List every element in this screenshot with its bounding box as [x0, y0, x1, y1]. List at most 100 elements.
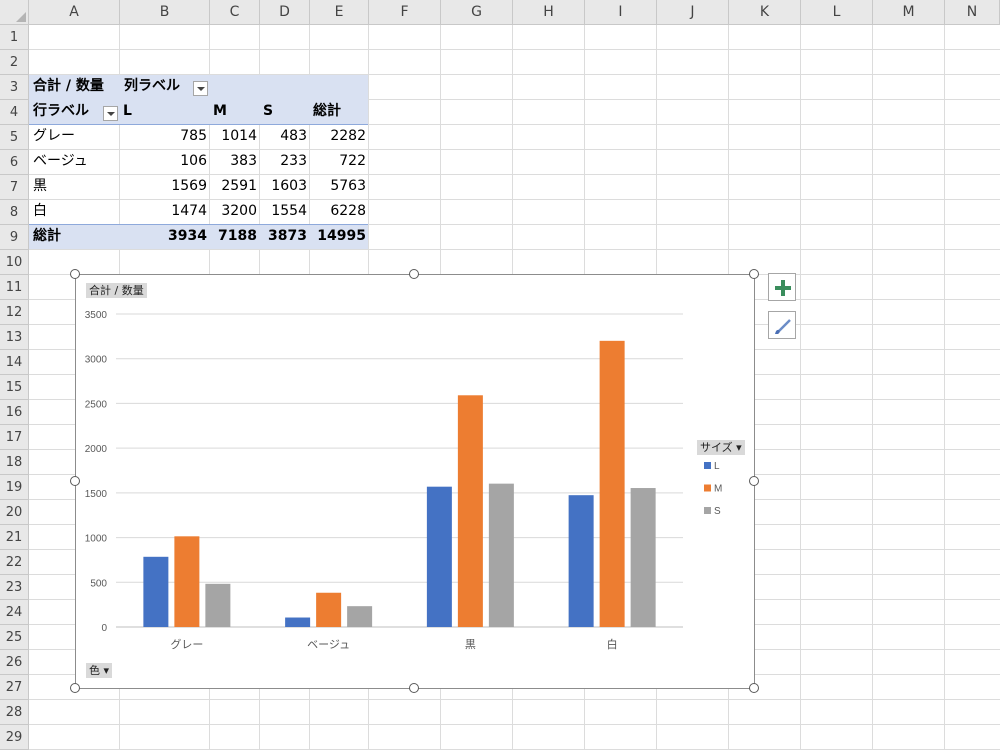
- row-header-15[interactable]: 15: [0, 375, 29, 400]
- cell-beige-total[interactable]: 722: [310, 149, 366, 174]
- resize-handle-s[interactable]: [409, 683, 419, 693]
- column-header-m[interactable]: M: [873, 0, 945, 25]
- pivot-column-labels[interactable]: 列ラベル: [124, 74, 190, 99]
- row-header-19[interactable]: 19: [0, 475, 29, 500]
- row-header-8[interactable]: 8: [0, 200, 29, 225]
- row-header-16[interactable]: 16: [0, 400, 29, 425]
- row-label-gray[interactable]: グレー: [33, 124, 113, 149]
- chart-elements-button[interactable]: [768, 273, 796, 301]
- cell-beige-l[interactable]: 106: [120, 149, 207, 174]
- header-size-m[interactable]: M: [213, 99, 233, 124]
- row-label-beige[interactable]: ベージュ: [33, 149, 113, 174]
- column-header-g[interactable]: G: [441, 0, 513, 25]
- cell-white-total[interactable]: 6228: [310, 199, 366, 224]
- row-header-4[interactable]: 4: [0, 100, 29, 125]
- resize-handle-se[interactable]: [749, 683, 759, 693]
- cell-black-l[interactable]: 1569: [120, 174, 207, 199]
- axis-field-button[interactable]: 色 ▾: [86, 663, 113, 678]
- select-all-corner[interactable]: [0, 0, 29, 25]
- row-header-18[interactable]: 18: [0, 450, 29, 475]
- row-label-white[interactable]: 白: [33, 199, 113, 224]
- header-size-l[interactable]: L: [123, 99, 143, 124]
- row-header-28[interactable]: 28: [0, 700, 29, 725]
- legend-label-S: S: [714, 506, 721, 517]
- cell-total-grand[interactable]: 14995: [310, 224, 366, 249]
- y-tick-label: 1500: [85, 489, 108, 500]
- row-header-20[interactable]: 20: [0, 500, 29, 525]
- row-header-26[interactable]: 26: [0, 650, 29, 675]
- row-header-27[interactable]: 27: [0, 675, 29, 700]
- row-header-9[interactable]: 9: [0, 225, 29, 250]
- row-header-29[interactable]: 29: [0, 725, 29, 750]
- column-header-j[interactable]: J: [657, 0, 729, 25]
- cell-white-l[interactable]: 1474: [120, 199, 207, 224]
- row-header-5[interactable]: 5: [0, 125, 29, 150]
- resize-handle-ne[interactable]: [749, 269, 759, 279]
- column-header-i[interactable]: I: [585, 0, 657, 25]
- cell-beige-s[interactable]: 233: [260, 149, 307, 174]
- column-header-k[interactable]: K: [729, 0, 801, 25]
- pivot-row-labels[interactable]: 行ラベル: [33, 99, 103, 124]
- legend-swatch-M: [704, 484, 711, 492]
- cell-white-m[interactable]: 3200: [210, 199, 257, 224]
- resize-handle-n[interactable]: [409, 269, 419, 279]
- column-filter-dropdown[interactable]: [193, 81, 208, 96]
- chart-styles-button[interactable]: [768, 311, 796, 339]
- column-header-d[interactable]: D: [260, 0, 310, 25]
- column-header-e[interactable]: E: [310, 0, 369, 25]
- column-header-b[interactable]: B: [120, 0, 210, 25]
- resize-handle-nw[interactable]: [70, 269, 80, 279]
- cell-beige-m[interactable]: 383: [210, 149, 257, 174]
- cell-black-total[interactable]: 5763: [310, 174, 366, 199]
- row-header-11[interactable]: 11: [0, 275, 29, 300]
- row-header-17[interactable]: 17: [0, 425, 29, 450]
- row-header-13[interactable]: 13: [0, 325, 29, 350]
- row-header-10[interactable]: 10: [0, 250, 29, 275]
- cell-total-l[interactable]: 3934: [120, 224, 207, 249]
- cell-gray-l[interactable]: 785: [120, 124, 207, 149]
- row-header-1[interactable]: 1: [0, 25, 29, 50]
- row-header-2[interactable]: 2: [0, 50, 29, 75]
- cell-black-s[interactable]: 1603: [260, 174, 307, 199]
- row-header-25[interactable]: 25: [0, 625, 29, 650]
- cell-gray-s[interactable]: 483: [260, 124, 307, 149]
- bar-3-M: [599, 340, 625, 627]
- row-header-12[interactable]: 12: [0, 300, 29, 325]
- resize-handle-sw[interactable]: [70, 683, 80, 693]
- cell-white-s[interactable]: 1554: [260, 199, 307, 224]
- y-tick-label: 3500: [85, 310, 108, 321]
- column-header-l[interactable]: L: [801, 0, 873, 25]
- row-header-14[interactable]: 14: [0, 350, 29, 375]
- pivot-chart[interactable]: 合計 / 数量 0 500 1000 1500 2000 2500 3000 3500 グレーベ…: [75, 274, 755, 689]
- bar-3-S: [630, 488, 656, 627]
- row-label-black[interactable]: 黒: [33, 174, 113, 199]
- row-filter-dropdown[interactable]: [103, 106, 118, 121]
- header-grand-total[interactable]: 総計: [313, 99, 353, 124]
- row-header-24[interactable]: 24: [0, 600, 29, 625]
- column-header-h[interactable]: H: [513, 0, 585, 25]
- column-header-n[interactable]: N: [945, 0, 1000, 25]
- bar-0-M: [174, 536, 200, 627]
- cell-total-s[interactable]: 3873: [260, 224, 307, 249]
- cell-gray-m[interactable]: 1014: [210, 124, 257, 149]
- column-header-f[interactable]: F: [369, 0, 441, 25]
- cell-gray-total[interactable]: 2282: [310, 124, 366, 149]
- resize-handle-e[interactable]: [749, 476, 759, 486]
- row-header-6[interactable]: 6: [0, 150, 29, 175]
- cell-black-m[interactable]: 2591: [210, 174, 257, 199]
- column-header-a[interactable]: A: [29, 0, 120, 25]
- row-header-3[interactable]: 3: [0, 75, 29, 100]
- resize-handle-w[interactable]: [70, 476, 80, 486]
- y-tick-label: 0: [101, 623, 107, 634]
- row-label-grand-total[interactable]: 総計: [33, 224, 113, 249]
- legend-field-button[interactable]: サイズ ▾: [697, 440, 745, 455]
- row-header-21[interactable]: 21: [0, 525, 29, 550]
- column-header-c[interactable]: C: [210, 0, 260, 25]
- row-header-22[interactable]: 22: [0, 550, 29, 575]
- pivot-values-label[interactable]: 合計 / 数量: [33, 74, 123, 99]
- row-header-23[interactable]: 23: [0, 575, 29, 600]
- row-header-7[interactable]: 7: [0, 175, 29, 200]
- chart-plot[interactable]: 0 500 1000 1500 2000 2500 3000 3500 グレー ベージュ 黒 白 L MS: [76, 275, 756, 690]
- cell-total-m[interactable]: 7188: [210, 224, 257, 249]
- header-size-s[interactable]: S: [263, 99, 283, 124]
